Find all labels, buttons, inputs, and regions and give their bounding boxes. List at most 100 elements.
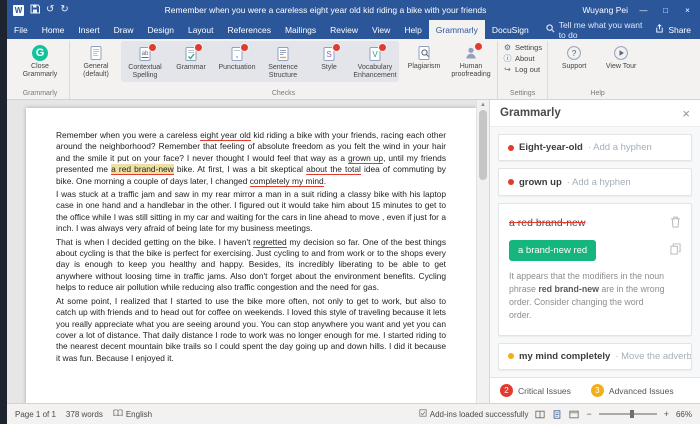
panel-header: Grammarly × [490,100,700,127]
panel-close-icon[interactable]: × [682,106,690,121]
plagiarism-check-icon [416,44,433,61]
tab-insert[interactable]: Insert [71,20,106,39]
ribbon-button-close-grammarly[interactable]: G Close Grammarly [14,41,66,80]
page-indicator[interactable]: Page 1 of 1 [15,410,56,419]
general-check-icon [88,44,105,61]
zoom-slider-thumb[interactable] [630,410,635,418]
body-text: . [323,175,327,186]
advanced-count-badge[interactable]: 3 [590,384,604,397]
ribbon-button-support[interactable]: ? Support [551,41,597,72]
ribbon-button-plagiarism[interactable]: Plagiarism [401,41,447,72]
tab-view[interactable]: View [365,20,397,39]
zoom-slider[interactable] [598,410,657,418]
tell-me-search[interactable]: Tell me what you want to do [546,20,647,40]
ribbon-button-view-tour[interactable]: View Tour [598,41,644,72]
redo-icon[interactable]: ↻ [60,5,68,15]
document-page[interactable]: Remember when you were a careless eight … [26,108,476,403]
tab-help[interactable]: Help [397,20,428,39]
ribbon-button-style[interactable]: S Style [306,42,352,81]
user-name[interactable]: Wuyang Pei [582,5,628,15]
body-text: That is when I decided getting on the bi… [56,236,254,247]
flagged-text[interactable]: completely my mind [249,175,324,187]
alert-count-badge [193,43,203,52]
svg-text:V: V [372,50,378,59]
copy-icon[interactable] [670,243,681,258]
ribbon-button-contextual-spelling[interactable]: ab Contextual Spelling [122,42,168,81]
tab-review[interactable]: Review [323,20,365,39]
paragraph: I was stuck at a traffic jam and saw in … [56,189,446,235]
body-text: bike. At first, I was a bit skeptical [173,164,307,175]
save-icon[interactable] [30,4,40,17]
read-mode-view-icon[interactable] [535,410,546,419]
apply-suggestion-button[interactable]: a brand-new red [509,239,597,261]
language-indicator[interactable]: English [113,409,152,419]
ribbon: G Close Grammarly Grammarly General (defaul… [7,39,700,100]
web-layout-view-icon[interactable] [569,410,580,419]
ribbon-button-human-proofreading[interactable]: Human proofreading [448,41,494,80]
tab-grammarly[interactable]: Grammarly [428,20,485,39]
ribbon-button-grammar[interactable]: Grammar [168,42,214,81]
card-phrase: grown up [519,176,562,188]
ribbon-button-label: Grammar [176,64,206,71]
share-icon [655,24,664,35]
menu-item-settings[interactable]: ⚙ Settings [503,43,542,52]
scroll-up-icon[interactable]: ▲ [480,100,486,110]
word-count[interactable]: 378 words [66,410,103,419]
ribbon-button-general-default[interactable]: General (default) [73,41,119,80]
alert-count-badge [239,43,249,52]
menu-item-about[interactable]: ⓘ About [503,54,542,63]
restore-icon[interactable]: □ [659,6,672,15]
sentence-structure-icon [275,45,292,62]
undo-icon[interactable]: ↺ [46,5,54,15]
flagged-text[interactable]: eight year old [200,130,251,141]
tab-file[interactable]: File [7,20,35,39]
zoom-level[interactable]: 66% [676,410,692,419]
suggestion-card-my-mind-completely[interactable]: my mind completely · Move the adverb [498,342,692,371]
minimize-icon[interactable]: — [637,6,650,15]
body-text: Remember when you were a careless [56,130,201,140]
support-icon: ? [566,44,583,61]
print-layout-view-icon[interactable] [552,409,562,419]
suggestion-list: Eight-year-old · Add a hyphen grown up · Ad… [490,127,700,377]
flagged-text[interactable]: regretted [253,236,287,248]
alert-count-badge [147,43,157,52]
advanced-issues-label[interactable]: Advanced Issues [609,386,674,396]
critical-issues-label[interactable]: Critical Issues [518,386,571,396]
tab-layout[interactable]: Layout [181,20,221,39]
vocabulary-enhancement-icon: V [367,43,387,62]
tab-design[interactable]: Design [141,20,181,39]
document-scrollbar[interactable]: ▲ [476,100,489,403]
critical-count-badge[interactable]: 2 [500,384,513,397]
ribbon-group-help: ? Support View Tour Help [548,41,647,99]
tab-references[interactable]: References [221,20,278,39]
ribbon-tab-row: File Home Insert Draw Design Layout References… [7,20,700,40]
contextual-spelling-icon: ab [137,43,157,62]
tab-docusign[interactable]: DocuSign [485,20,536,39]
zoom-in-button[interactable]: + [664,409,669,419]
suggestion-card-eight-year-old[interactable]: Eight-year-old · Add a hyphen [498,134,692,162]
ribbon-button-punctuation[interactable]: , Punctuation [214,42,260,81]
active-suggestion-text[interactable]: a red brand-new [111,164,174,176]
ribbon-button-label: Close Grammarly [22,63,58,79]
ribbon-group-label: Settings [509,90,536,97]
ribbon-button-label: Sentence Structure [268,64,298,80]
ribbon-button-sentence-structure[interactable]: Sentence Structure [260,42,306,81]
dismiss-suggestion-trash-icon[interactable] [670,216,681,231]
menu-item-label: Log out [515,65,541,74]
tab-home[interactable]: Home [35,20,72,39]
word-logo-icon[interactable]: W [13,4,24,16]
close-icon[interactable]: × [681,6,694,15]
ribbon-tabs: File Home Insert Draw Design Layout References… [7,20,536,39]
tab-draw[interactable]: Draw [107,20,141,39]
suggestion-card-grown-up[interactable]: grown up · Add a hyphen [498,168,692,196]
tab-mailings[interactable]: Mailings [278,20,323,39]
menu-item-log-out[interactable]: ↪ Log out [503,65,542,74]
flagged-text[interactable]: about the total [306,164,361,176]
share-button[interactable]: Share [646,20,700,39]
view-tour-icon [613,44,630,61]
ribbon-button-vocabulary-enhancement[interactable]: V Vocabulary Enhancement [352,42,398,81]
ribbon-button-label: Vocabulary Enhancement [353,64,397,80]
scrollbar-thumb[interactable] [479,110,487,180]
flagged-text[interactable]: grown up [347,152,384,164]
zoom-out-button[interactable]: − [586,409,591,419]
